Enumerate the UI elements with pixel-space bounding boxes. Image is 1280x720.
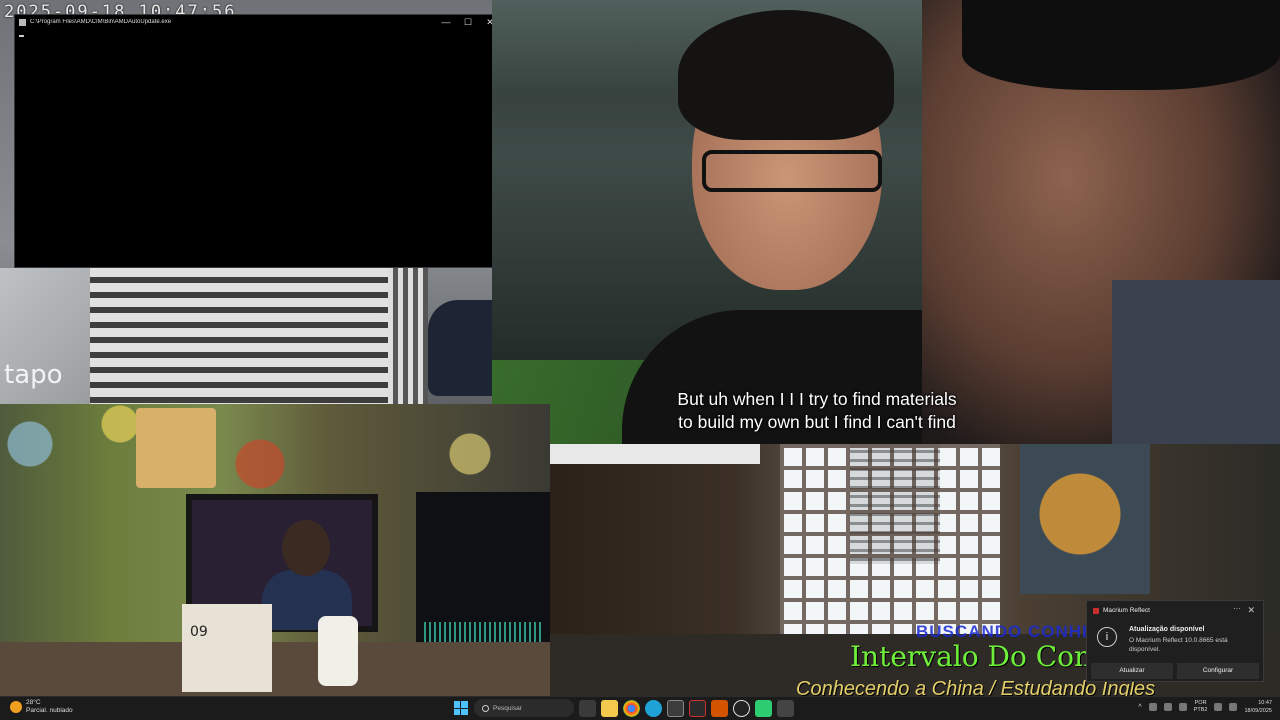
speaker-glasses (702, 150, 882, 192)
clock-time: 10:47 (1258, 700, 1272, 706)
video-speaker (622, 10, 1042, 444)
terminal-icon[interactable] (689, 699, 706, 717)
video-subtitles: But uh when I I I try to find materials … (612, 388, 1022, 434)
taskbar-search[interactable]: Pesquisar (474, 699, 574, 717)
start-icon[interactable] (452, 700, 469, 717)
edge-icon[interactable] (645, 699, 662, 717)
room-calendar: 09 (182, 604, 272, 692)
tray-chevron-icon[interactable]: ^ (1138, 704, 1141, 711)
clock[interactable]: 10:47 18/09/2025 (1244, 699, 1272, 715)
workshop-top-strip (550, 444, 760, 464)
weather-temperature: 28°C (26, 699, 41, 706)
update-button[interactable]: Atualizar (1091, 663, 1173, 679)
obs-icon[interactable] (733, 699, 750, 717)
weather-sun-icon (10, 701, 22, 713)
wifi-icon[interactable] (1214, 703, 1223, 711)
tv-person-face (282, 520, 330, 576)
notification-app-name: Macrium Reflect (1103, 607, 1150, 614)
app3-icon[interactable] (777, 699, 794, 717)
update-notification[interactable]: Macrium Reflect ··· ✕ i Atualização disp… (1086, 600, 1264, 682)
camera-railing (388, 268, 428, 404)
info-icon: i (1097, 627, 1117, 647)
search-placeholder: Pesquisar (493, 704, 522, 712)
notification-close-button[interactable]: ✕ (1247, 605, 1255, 616)
overlay-blue-text: BUSCANDO CONHE (916, 622, 1095, 641)
macrium-icon (1093, 607, 1099, 614)
room-camera-feed: 09 (0, 404, 550, 696)
speaker-hair (678, 10, 894, 140)
clock-date: 18/09/2025 (1244, 708, 1272, 714)
console-window[interactable]: C:\Program Files\AMD\CIM\Bin\AMDAutoUpda… (14, 14, 502, 268)
store-icon[interactable] (667, 699, 684, 717)
app2-icon[interactable] (755, 699, 772, 717)
console-app-icon (19, 18, 26, 26)
subtitle-line-2: to build my own but I find I can't find (678, 412, 956, 432)
more-options-icon[interactable]: ··· (1233, 604, 1241, 613)
tray-app-icon[interactable] (1148, 703, 1157, 711)
room-bottle (318, 616, 358, 686)
volume-icon[interactable] (1229, 703, 1238, 711)
notification-header: Macrium Reflect (1093, 607, 1150, 614)
workshop-window-grille (780, 444, 1000, 634)
search-icon (482, 704, 489, 712)
overlay-green-text: Intervalo Do Con (850, 640, 1093, 673)
language-indicator[interactable]: POR PTB2 (1194, 700, 1208, 714)
console-cursor (19, 35, 24, 37)
file-explorer-icon[interactable] (601, 699, 618, 717)
weather-description: Parcial. nublado (26, 707, 73, 714)
chrome-icon[interactable] (623, 699, 640, 717)
camera-car (428, 300, 492, 396)
tray-app-icon-3[interactable] (1178, 703, 1187, 711)
notification-title: Atualização disponível (1129, 626, 1205, 633)
system-tray: ^ POR PTB2 10:47 18/09/2025 (1138, 699, 1272, 715)
app-icon[interactable] (711, 699, 728, 717)
workshop-wall-art (1020, 444, 1150, 594)
tray-app-icon-2[interactable] (1163, 703, 1172, 711)
maximize-button[interactable]: ☐ (457, 15, 479, 29)
room-desk (0, 642, 550, 696)
subtitle-line-1: But uh when I I I try to find materials (677, 389, 957, 409)
desktop: 2025-09-18 10:47:56 tapo C:\Program File… (0, 0, 1280, 696)
camera-gate (90, 268, 390, 404)
task-view-icon[interactable] (579, 699, 596, 717)
minimize-button[interactable]: — (435, 15, 457, 29)
calendar-day: 09 (190, 624, 208, 640)
taskbar-apps: Pesquisar (452, 699, 794, 717)
taskbar: 28°C Parcial. nublado Pesquisar ^ POR PT… (0, 696, 1280, 720)
console-titlebar[interactable]: C:\Program Files\AMD\CIM\Bin\AMDAutoUpda… (15, 15, 501, 29)
configure-button[interactable]: Configurar (1177, 663, 1259, 679)
interviewer-hair (962, 0, 1280, 90)
weather-widget[interactable]: 28°C Parcial. nublado (10, 699, 73, 715)
camera-watermark: tapo (4, 360, 63, 390)
console-title: C:\Program Files\AMD\CIM\Bin\AMDAutoUpda… (30, 19, 172, 25)
video-player[interactable]: But uh when I I I try to find materials … (492, 0, 1280, 444)
room-lamp (136, 408, 216, 488)
interviewer-shirt (1112, 280, 1280, 444)
notification-message: O Macrium Reflect 10.0.8665 está disponí… (1129, 637, 1228, 653)
